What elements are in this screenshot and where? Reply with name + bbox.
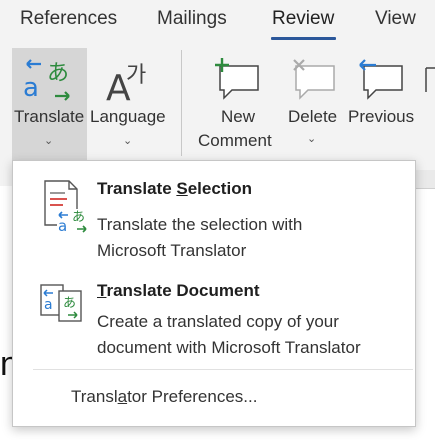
language-button-label: Language [90, 107, 166, 126]
delete-comment-label: Delete [288, 107, 338, 126]
new-comment-label-line2: Comment [198, 131, 272, 150]
delete-comment-icon [293, 59, 335, 100]
translate-document-description-line1: Create a translated copy of your [97, 312, 339, 331]
tab-review[interactable]: Review [272, 8, 334, 30]
translate-document-item[interactable]: a あ Translate Document Create a translat… [13, 271, 415, 367]
next-comment-icon[interactable] [424, 58, 435, 104]
svg-text:a: a [23, 73, 39, 103]
previous-comment-button[interactable] [346, 48, 418, 160]
translate-document-title: Translate Document [97, 281, 260, 300]
ribbon-divider [414, 188, 435, 189]
translate-selection-item[interactable]: a あ Translate Selection Translate the se… [13, 169, 415, 269]
ribbon-group-separator [181, 50, 182, 156]
translate-document-icon: a あ [40, 284, 82, 322]
translate-selection-title: Translate Selection [97, 179, 252, 198]
previous-comment-label: Previous [348, 107, 415, 126]
translate-document-description-line2: document with Microsoft Translator [97, 338, 361, 357]
svg-text:가: 가 [126, 63, 146, 88]
new-comment-label-line1: New [221, 107, 256, 126]
menu-separator [33, 369, 413, 370]
active-tab-indicator [271, 37, 336, 40]
tab-mailings[interactable]: Mailings [157, 8, 227, 30]
svg-text:あ: あ [72, 210, 85, 225]
translate-chevron-down-icon[interactable]: ⌄ [44, 134, 53, 147]
translate-dropdown-menu: a あ Translate Selection Translate the se… [12, 160, 416, 427]
translate-selection-description-line1: Translate the selection with [97, 215, 303, 234]
svg-text:あ: あ [63, 296, 76, 311]
translate-button-label: Translate [14, 107, 85, 126]
language-chevron-down-icon[interactable]: ⌄ [123, 134, 132, 147]
tab-references[interactable]: References [20, 8, 117, 30]
svg-text:あ: あ [47, 61, 69, 86]
svg-text:a: a [58, 217, 67, 235]
tab-view[interactable]: View [375, 8, 416, 30]
previous-comment-icon [359, 59, 403, 100]
ribbon-tab-bar: References Mailings Review View [0, 0, 435, 44]
translate-icon: a あ [23, 59, 70, 103]
translator-preferences-item[interactable]: Translator Preferences... [71, 387, 257, 407]
translate-selection-description-line2: Microsoft Translator [97, 241, 247, 260]
translate-selection-icon: a あ [44, 180, 87, 235]
ribbon-edge [415, 170, 435, 188]
language-icon: A 가 [106, 63, 146, 108]
svg-text:a: a [44, 297, 53, 313]
delete-chevron-down-icon[interactable]: ⌄ [307, 132, 316, 145]
new-comment-icon [215, 58, 259, 100]
